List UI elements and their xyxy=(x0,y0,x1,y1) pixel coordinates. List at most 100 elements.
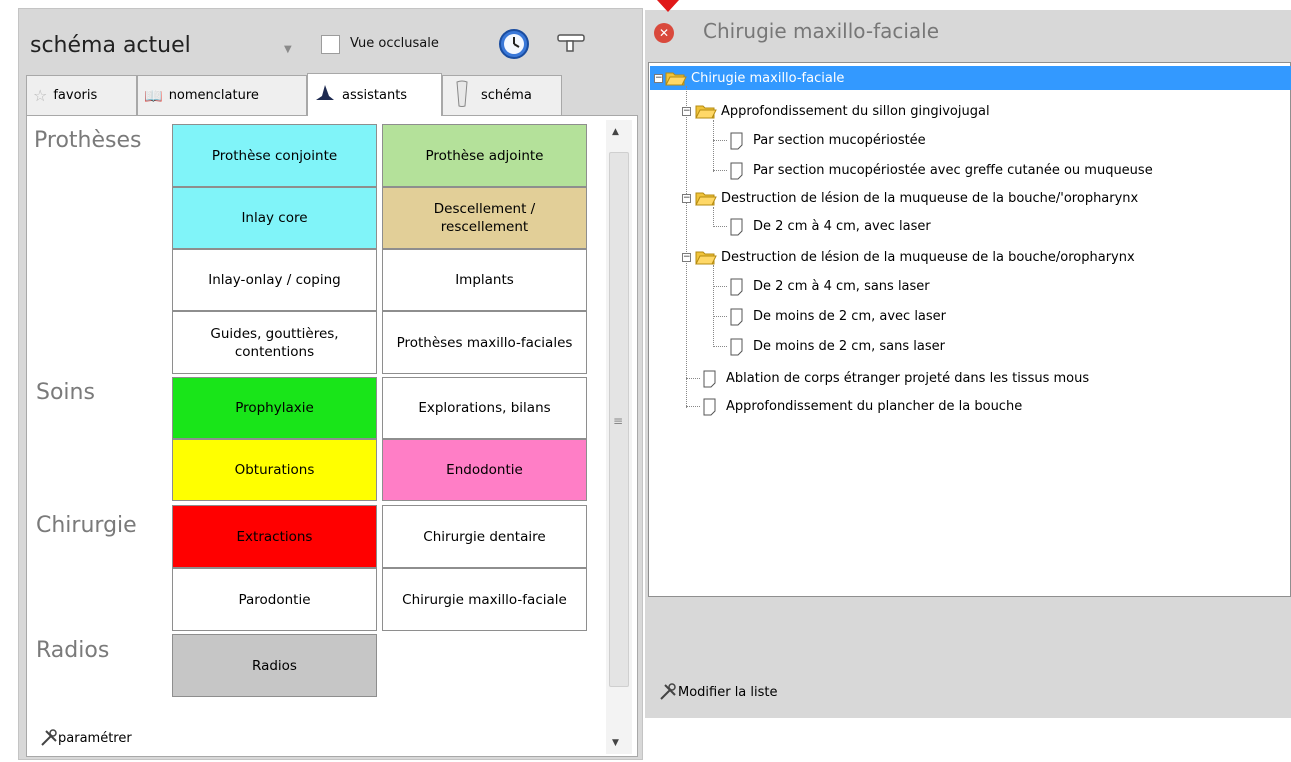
tree-connector xyxy=(713,316,727,317)
scrollbar-grip-icon: ≡ xyxy=(613,414,624,428)
btn-explorations-bilans[interactable]: Explorations, bilans xyxy=(382,377,587,439)
btn-parodontie[interactable]: Parodontie xyxy=(172,568,377,631)
tree-item-leaf[interactable]: Par section mucopériostée xyxy=(727,130,926,150)
panel-title: Chirugie maxillo-faciale xyxy=(703,19,940,43)
btn-descellement[interactable]: Descellement / rescellement xyxy=(382,187,587,249)
tree-connector xyxy=(686,378,700,379)
tree-item-folder[interactable]: Destruction de lésion de la muqueuse de … xyxy=(695,247,1135,267)
tree-connector xyxy=(713,286,727,287)
tab-schema-label: schéma xyxy=(481,88,532,103)
wrench-icon[interactable] xyxy=(555,27,587,61)
modify-list-link[interactable]: Modifier la liste xyxy=(678,685,778,700)
tree-connector xyxy=(686,86,687,408)
tree-item-leaf[interactable]: De 2 cm à 4 cm, sans laser xyxy=(727,276,930,296)
tab-favoris-label: favoris xyxy=(53,88,98,103)
document-icon xyxy=(727,132,749,150)
tree-item-label: De 2 cm à 4 cm, sans laser xyxy=(753,278,930,294)
btn-implants[interactable]: Implants xyxy=(382,249,587,311)
scroll-down-arrow-icon[interactable]: ▼ xyxy=(612,738,619,748)
btn-inlay-onlay[interactable]: Inlay-onlay / coping xyxy=(172,249,377,311)
btn-chirurgie-maxillo-faciale[interactable]: Chirurgie maxillo-faciale xyxy=(382,568,587,631)
tree-connector xyxy=(713,140,727,141)
tree-item-label: De 2 cm à 4 cm, avec laser xyxy=(753,218,931,234)
wizard-hat-icon xyxy=(314,84,336,106)
folder-open-icon xyxy=(695,103,717,119)
tree-connector xyxy=(713,120,714,172)
document-icon xyxy=(727,278,749,296)
tab-nomenclature-label: nomenclature xyxy=(168,88,259,103)
tree-item-label: De moins de 2 cm, avec laser xyxy=(753,308,947,324)
tree-collapse-toggle[interactable]: − xyxy=(682,253,691,262)
tree-item-label: Chirugie maxillo-faciale xyxy=(691,70,845,86)
tree-item-label: Approfondissement du plancher de la bouc… xyxy=(726,398,1023,414)
clock-icon[interactable] xyxy=(497,27,531,65)
tools-icon[interactable] xyxy=(40,729,58,751)
tree-item-leaf[interactable]: De moins de 2 cm, avec laser xyxy=(727,306,946,326)
btn-obturations[interactable]: Obturations xyxy=(172,439,377,501)
star-icon: ☆ xyxy=(33,86,48,105)
tree-connector xyxy=(686,406,700,407)
btn-prothese-conjointe[interactable]: Prothèse conjointe xyxy=(172,124,377,187)
tooth-icon xyxy=(449,80,475,112)
tree-item-label: Approfondissement du sillon gingivojugal xyxy=(721,103,990,119)
tree-item-leaf[interactable]: Ablation de corps étranger projeté dans … xyxy=(700,368,1089,388)
category-soins: Soins xyxy=(36,380,95,405)
btn-inlay-core[interactable]: Inlay core xyxy=(172,187,377,249)
occlusal-view-label[interactable]: Vue occlusale xyxy=(350,36,439,51)
tree-connector xyxy=(713,265,714,347)
tab-nomenclature[interactable]: 📖 nomenclature xyxy=(137,75,307,115)
category-chirurgie: Chirurgie xyxy=(36,513,137,538)
tree-collapse-toggle[interactable]: − xyxy=(654,74,663,83)
scroll-up-arrow-icon[interactable]: ▲ xyxy=(612,127,619,137)
tab-favoris[interactable]: ☆ favoris xyxy=(26,75,137,115)
btn-protheses-maxillo[interactable]: Prothèses maxillo-faciales xyxy=(382,311,587,374)
tab-assistants[interactable]: assistants xyxy=(307,73,442,116)
chevron-down-icon: ▼ xyxy=(284,44,292,55)
btn-radios[interactable]: Radios xyxy=(172,634,377,697)
tree-item-label: De moins de 2 cm, sans laser xyxy=(753,338,945,354)
close-icon[interactable]: ✕ xyxy=(654,23,674,43)
document-icon xyxy=(700,370,722,388)
tree-item-label: Ablation de corps étranger projeté dans … xyxy=(726,370,1090,386)
schema-select-value: schéma actuel xyxy=(30,33,191,58)
tree-item-leaf[interactable]: Par section mucopériostée avec greffe cu… xyxy=(727,160,1153,180)
marker-icon xyxy=(657,0,679,12)
tab-assistants-label: assistants xyxy=(342,87,408,103)
tree-item-label: Par section mucopériostée avec greffe cu… xyxy=(753,162,1153,178)
folder-open-icon xyxy=(695,190,717,206)
category-radios: Radios xyxy=(36,638,110,663)
document-icon xyxy=(700,398,722,416)
tree-item-leaf[interactable]: De moins de 2 cm, sans laser xyxy=(727,336,945,356)
tree-item-folder[interactable]: Approfondissement du sillon gingivojugal xyxy=(695,101,990,121)
occlusal-view-checkbox[interactable] xyxy=(321,35,340,54)
document-icon xyxy=(727,218,749,236)
tree-connector xyxy=(713,207,714,227)
tree-connector xyxy=(713,170,727,171)
btn-endodontie[interactable]: Endodontie xyxy=(382,439,587,501)
tree-item-label: Destruction de lésion de la muqueuse de … xyxy=(721,190,1139,206)
tree-item-folder[interactable]: Destruction de lésion de la muqueuse de … xyxy=(695,188,1138,208)
tree-connector xyxy=(713,226,727,227)
tree-collapse-toggle[interactable]: − xyxy=(682,107,691,116)
parametrer-link[interactable]: paramétrer xyxy=(58,731,132,746)
category-protheses: Prothèses xyxy=(34,128,142,153)
document-icon xyxy=(727,308,749,326)
book-icon: 📖 xyxy=(144,86,163,105)
tools-icon[interactable] xyxy=(659,683,677,705)
tab-schema[interactable]: schéma xyxy=(442,75,562,115)
btn-prophylaxie[interactable]: Prophylaxie xyxy=(172,377,377,439)
schema-select[interactable]: schéma actuel ▼ xyxy=(26,28,304,68)
btn-guides-gouttieres[interactable]: Guides, gouttières, contentions xyxy=(172,311,377,374)
folder-open-icon xyxy=(665,70,687,86)
document-icon xyxy=(727,162,749,180)
tree-item-label: Destruction de lésion de la muqueuse de … xyxy=(721,249,1135,265)
folder-open-icon xyxy=(695,249,717,265)
tree-item-label: Par section mucopériostée xyxy=(753,132,926,148)
tree-collapse-toggle[interactable]: − xyxy=(682,194,691,203)
btn-prothese-adjointe[interactable]: Prothèse adjointe xyxy=(382,124,587,187)
btn-extractions[interactable]: Extractions xyxy=(172,505,377,568)
btn-chirurgie-dentaire[interactable]: Chirurgie dentaire xyxy=(382,505,587,568)
tree-item-leaf[interactable]: De 2 cm à 4 cm, avec laser xyxy=(727,216,931,236)
tree-item-root[interactable]: Chirugie maxillo-faciale xyxy=(665,68,844,88)
tree-item-leaf[interactable]: Approfondissement du plancher de la bouc… xyxy=(700,396,1022,416)
